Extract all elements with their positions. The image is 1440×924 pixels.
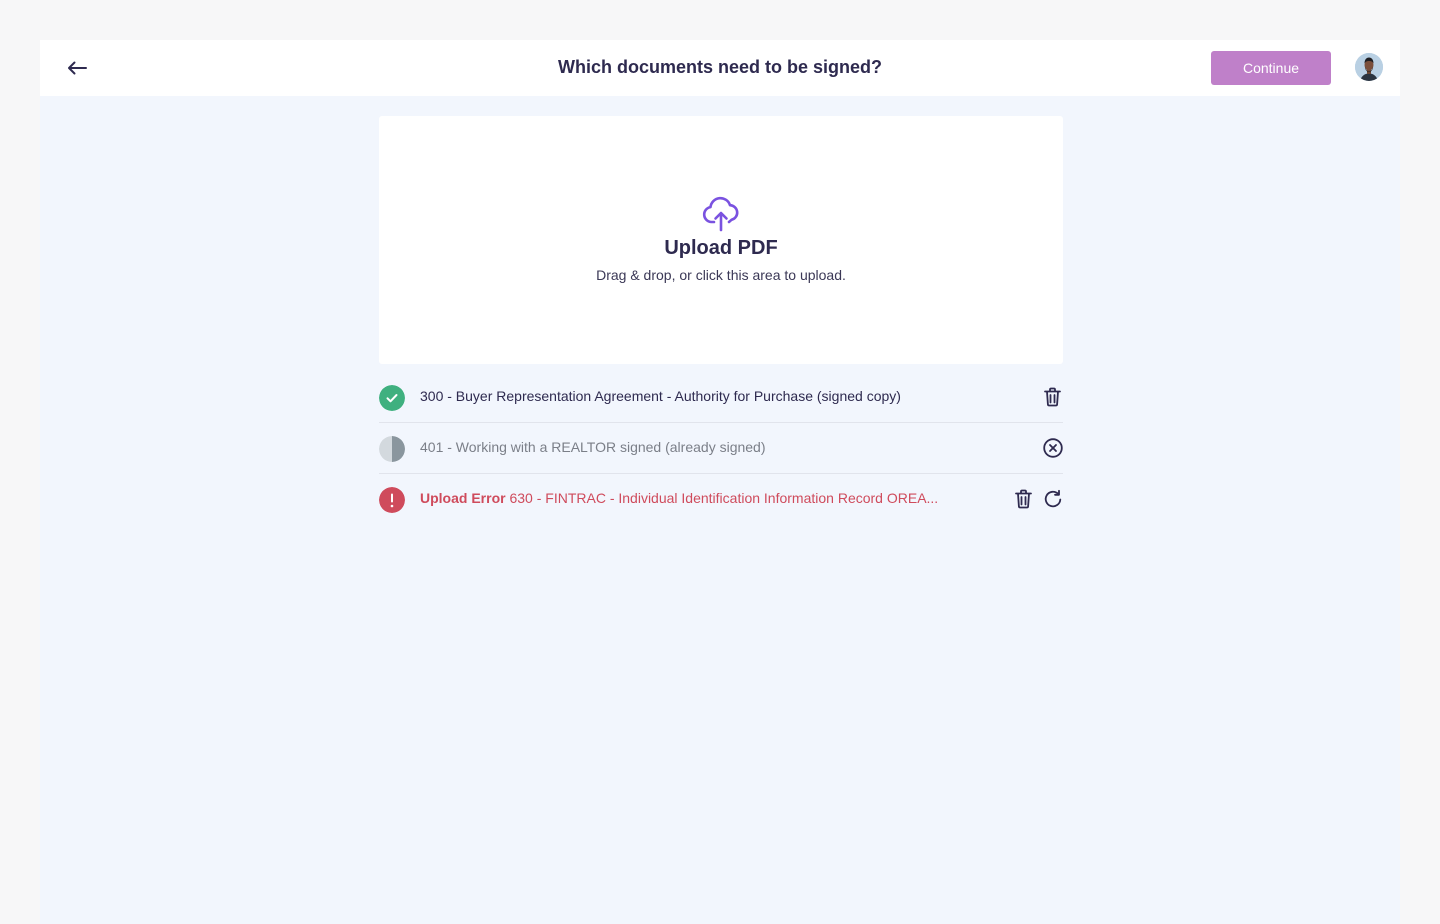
delete-button[interactable] — [1041, 385, 1063, 409]
cancel-icon — [1043, 438, 1063, 458]
file-name: 300 - Buyer Representation Agreement - A… — [420, 388, 901, 404]
arrow-left-icon — [68, 61, 87, 75]
app-container: Which documents need to be signed? Conti… — [40, 40, 1400, 924]
avatar[interactable] — [1355, 53, 1383, 81]
page-title: Which documents need to be signed? — [557, 57, 883, 77]
retry-icon — [1044, 489, 1062, 508]
top-bar: Which documents need to be signed? Conti… — [40, 40, 1400, 96]
file-row: Upload Error 630 - FINTRAC - Individual … — [379, 474, 1063, 525]
file-error-text: Upload Error 630 - FINTRAC - Individual … — [420, 490, 991, 506]
check-circle-icon — [379, 385, 405, 411]
cancel-upload-button[interactable] — [1042, 436, 1064, 460]
continue-button[interactable]: Continue — [1211, 51, 1331, 85]
upload-instructions: Drag & drop, or click this area to uploa… — [596, 267, 846, 283]
back-button[interactable] — [64, 56, 90, 80]
progress-pie-icon — [379, 436, 405, 462]
upload-error-label: Upload Error — [420, 490, 506, 506]
trash-icon — [1014, 489, 1032, 509]
trash-icon — [1043, 387, 1061, 407]
file-list: 300 - Buyer Representation Agreement - A… — [379, 372, 1063, 525]
delete-button[interactable] — [1012, 487, 1034, 511]
cloud-upload-icon — [702, 196, 739, 232]
upload-dropzone[interactable]: Upload PDF Drag & drop, or click this ar… — [379, 116, 1063, 364]
file-row: 401 - Working with a REALTOR signed (alr… — [379, 423, 1063, 474]
upload-title: Upload PDF — [664, 237, 778, 259]
error-icon — [379, 487, 405, 513]
file-row: 300 - Buyer Representation Agreement - A… — [379, 372, 1063, 423]
user-avatar-icon — [1355, 53, 1383, 81]
retry-button[interactable] — [1042, 487, 1064, 511]
file-name: 630 - FINTRAC - Individual Identificatio… — [509, 490, 939, 506]
file-name: 401 - Working with a REALTOR signed (alr… — [420, 439, 766, 455]
